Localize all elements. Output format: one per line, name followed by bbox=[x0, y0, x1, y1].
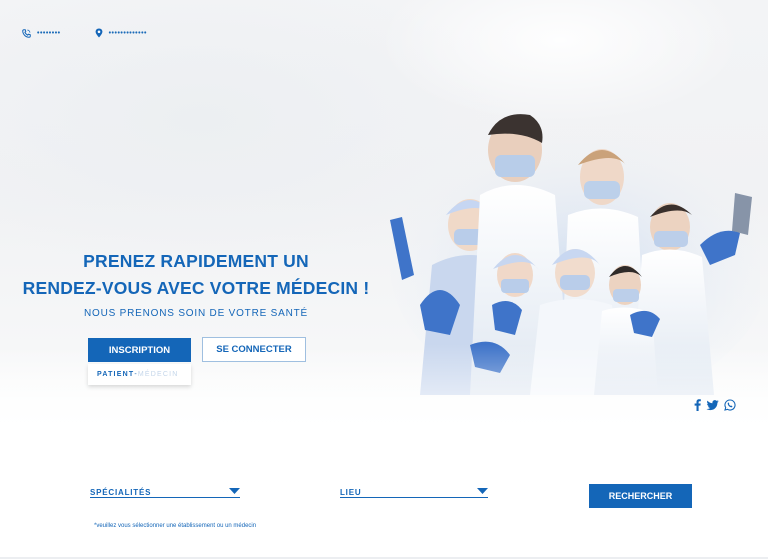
social-links bbox=[694, 399, 741, 411]
chevron-down-icon bbox=[477, 488, 488, 494]
role-patient[interactable]: PATIENT bbox=[97, 371, 134, 378]
search-note: *veuillez vous sélectionner une établiss… bbox=[94, 523, 257, 529]
hero-headline: PRENEZ RAPIDEMENT UN RENDEZ-VOUS AVEC VO… bbox=[0, 248, 392, 319]
search-button[interactable]: RECHERCHER bbox=[589, 484, 692, 508]
hero-section: •••••••• ••••••••••••• PRENEZ RAPIDEMENT… bbox=[0, 0, 768, 434]
specialites-label: SPÉCIALITÉS bbox=[90, 488, 152, 497]
role-selector[interactable]: PATIENT - MÉDECIN bbox=[88, 364, 191, 385]
address-contact[interactable]: ••••••••••••• bbox=[95, 28, 147, 38]
lieu-select[interactable]: LIEU bbox=[340, 482, 488, 498]
search-section: SPÉCIALITÉS LIEU RECHERCHER *veuillez vo… bbox=[0, 434, 768, 559]
specialites-select[interactable]: SPÉCIALITÉS bbox=[90, 482, 240, 498]
role-medecin[interactable]: MÉDECIN bbox=[138, 371, 179, 378]
facebook-icon[interactable] bbox=[694, 399, 701, 411]
hero-subtitle: NOUS PRENONS SOIN DE VOTRE SANTÉ bbox=[84, 308, 308, 319]
hero-title-line2: RENDEZ-VOUS AVEC VOTRE MÉDECIN ! bbox=[22, 278, 370, 298]
phone-value: •••••••• bbox=[37, 29, 61, 37]
lieu-label: LIEU bbox=[340, 488, 362, 497]
inscription-button[interactable]: INSCRIPTION bbox=[88, 338, 191, 362]
connect-button[interactable]: SE CONNECTER bbox=[202, 337, 306, 362]
phone-contact[interactable]: •••••••• bbox=[22, 28, 61, 38]
chevron-down-icon bbox=[229, 488, 240, 494]
address-value: ••••••••••••• bbox=[108, 29, 147, 37]
phone-icon bbox=[22, 28, 31, 38]
location-pin-icon bbox=[95, 28, 103, 38]
twitter-icon[interactable] bbox=[706, 399, 719, 411]
whatsapp-icon[interactable] bbox=[724, 399, 736, 411]
hero-title-line1: PRENEZ RAPIDEMENT UN bbox=[83, 251, 309, 271]
top-contact-bar: •••••••• ••••••••••••• bbox=[22, 28, 181, 38]
